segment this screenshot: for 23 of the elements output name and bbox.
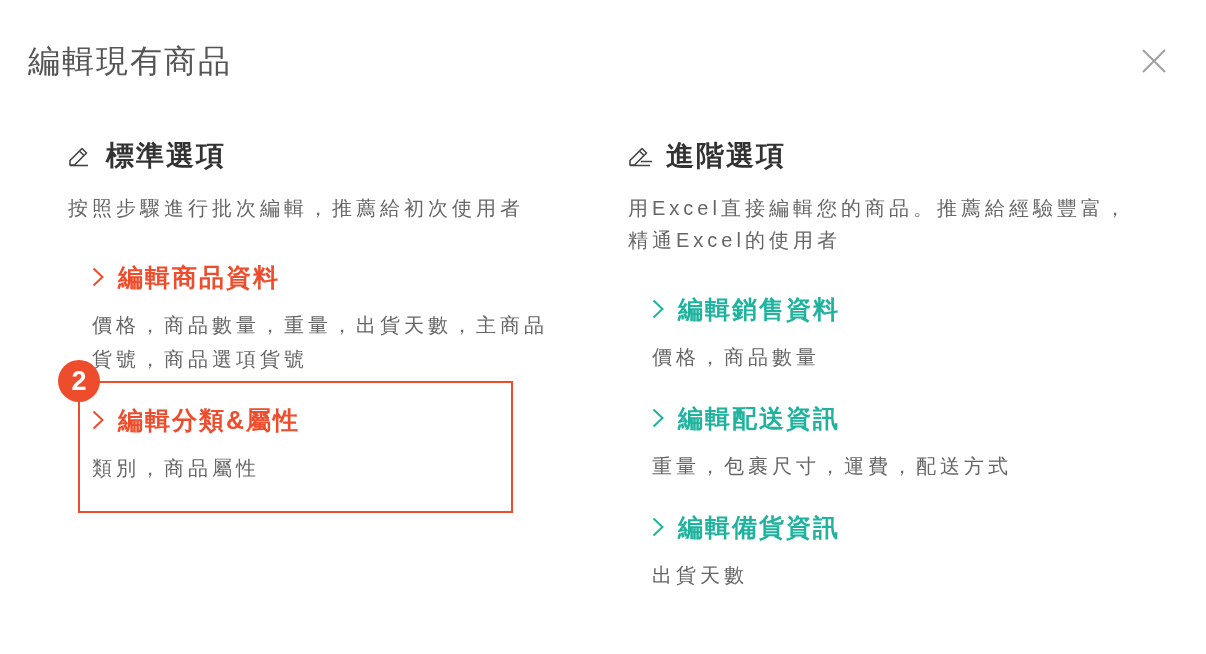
edit-link[interactable]: 編輯分類&屬性 — [92, 405, 301, 435]
section-heading: 標準選項 — [106, 139, 226, 173]
chevron-right-icon — [652, 517, 664, 537]
edit-link[interactable]: 編輯備貨資訊 — [652, 512, 840, 542]
item-description: 重量，包裹尺寸，運費，配送方式 — [652, 454, 1013, 479]
dialog-title: 編輯現有商品 — [28, 42, 232, 81]
close-button[interactable] — [1142, 49, 1166, 73]
pencil-writing-icon — [628, 145, 653, 167]
edit-link[interactable]: 編輯銷售資料 — [652, 294, 840, 324]
close-icon — [1142, 49, 1166, 73]
chevron-right-icon — [92, 410, 104, 430]
item-description: 價格，商品數量 — [652, 345, 821, 370]
section-heading: 進階選項 — [666, 139, 786, 173]
item-description: 出貨天數 — [652, 563, 749, 588]
edit-link[interactable]: 編輯配送資訊 — [652, 403, 840, 433]
section-description: 用Excel直接編輯您的商品。推薦給經驗豐富，精通Excel的使用者 — [628, 196, 1130, 253]
chevron-right-icon — [92, 267, 104, 287]
chevron-right-icon — [652, 299, 664, 319]
section-description: 按照步驟進行批次編輯，推薦給初次使用者 — [68, 196, 525, 221]
pencil-icon — [68, 145, 90, 167]
item-description: 類別，商品屬性 — [92, 456, 261, 481]
edit-link[interactable]: 編輯商品資料 — [92, 262, 280, 292]
chevron-right-icon — [652, 408, 664, 428]
